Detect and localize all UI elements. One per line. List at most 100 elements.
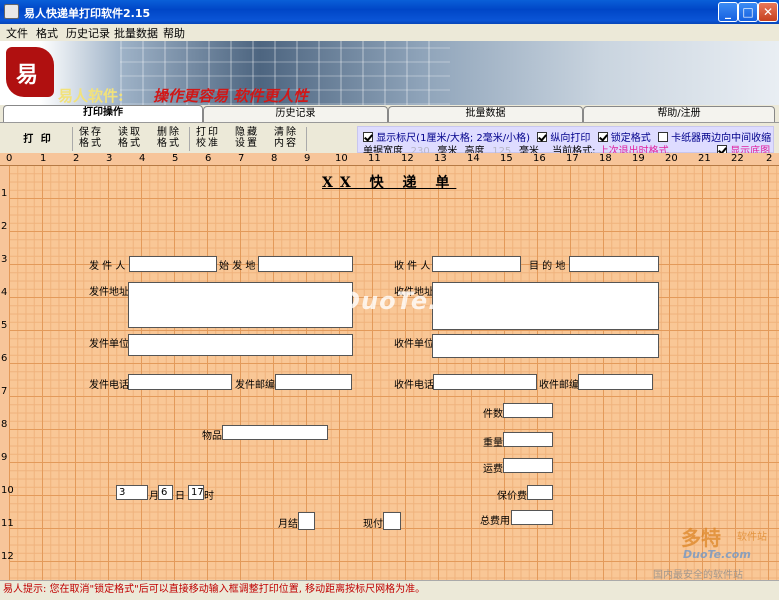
lock-format-checkbox[interactable]	[597, 132, 608, 142]
options-panel: 显示标尺(1厘米/大格; 2毫米/小格) 纵向打印 锁定格式 卡纸器两边向中间收…	[357, 126, 774, 157]
day-input[interactable]: 6	[158, 485, 173, 500]
hour-input[interactable]: 17	[188, 485, 204, 500]
corner-watermark-sub: 国内最安全的软件站	[653, 570, 743, 581]
item-input[interactable]	[222, 425, 328, 440]
ruler-tick-label: 3	[106, 153, 113, 164]
sender-company-input[interactable]	[128, 334, 353, 356]
sender-phone-input[interactable]	[128, 374, 232, 390]
corner-watermark-site: DuoTe.com	[683, 548, 751, 561]
ruler-tick-label: 21	[698, 153, 711, 164]
vertical-ruler: 1 2 3 4 5 6 7 8 9 10 11 12	[0, 166, 14, 580]
origin-input[interactable]	[258, 256, 353, 272]
menu-batch[interactable]: 批量数据	[114, 25, 158, 41]
receiver-company-input[interactable]	[432, 334, 659, 358]
ruler-tick-label: 8	[271, 153, 278, 164]
total-input[interactable]	[511, 510, 553, 525]
pieces-input[interactable]	[503, 403, 553, 418]
insured-input[interactable]	[527, 485, 553, 500]
ruler-tick-label: 22	[731, 153, 744, 164]
sender-input[interactable]	[129, 256, 217, 272]
ruler-tick-label: 5	[1, 320, 8, 331]
document-title: XX 快 递 单	[322, 175, 457, 191]
ruler-tick-label: 6	[1, 353, 8, 364]
sender-zip-input[interactable]	[275, 374, 352, 390]
ruler-tick-label: 4	[139, 153, 146, 164]
ruler-tick-label: 11	[1, 518, 14, 529]
destination-input[interactable]	[569, 256, 659, 272]
center-feed-checkbox[interactable]	[657, 132, 668, 142]
toolbar-separator	[306, 127, 307, 151]
tab-batch[interactable]: 批量数据	[388, 106, 583, 122]
ruler-tick-label: 2	[1, 221, 8, 232]
ruler-tick-label: 12	[401, 153, 414, 164]
corner-watermark-tag: 软件站	[737, 532, 767, 543]
ruler-tick-label: 14	[467, 153, 480, 164]
clear-content-button[interactable]: 清除内容	[272, 127, 300, 152]
ruler-tick-label: 1	[40, 153, 47, 164]
receiver-company-label: 收件单位	[394, 339, 434, 350]
ruler-tick-label: 3	[1, 254, 8, 265]
freight-input[interactable]	[503, 458, 553, 473]
ruler-tick-label: 12	[1, 551, 14, 562]
receiver-phone-label: 收件电话	[394, 380, 434, 391]
banner: 易 易人软件: 操作更容易 软件更人性	[0, 41, 779, 105]
ruler-tick-label: 7	[238, 153, 245, 164]
print-button[interactable]: 打 印	[8, 127, 68, 152]
ruler-tick-label: 1	[1, 188, 8, 199]
receiver-phone-input[interactable]	[433, 374, 537, 390]
sender-company-label: 发件单位	[89, 339, 129, 350]
show-ruler-checkbox[interactable]	[363, 132, 373, 142]
menu-history[interactable]: 历史记录	[66, 25, 110, 41]
day-label: 日	[175, 491, 185, 502]
window-title: 易人快递单打印软件2.15	[24, 7, 151, 20]
ruler-tick-label: 9	[304, 153, 311, 164]
tab-history[interactable]: 历史记录	[203, 106, 388, 122]
minimize-button[interactable]: _	[718, 2, 738, 22]
horizontal-ruler: 0 1 2 3 4 5 6 7 8 9 10 11 12 13 14 15 16…	[0, 153, 779, 166]
save-format-button[interactable]: 保存格式	[77, 127, 105, 152]
slogan-text: 操作更容易 软件更人性	[153, 87, 309, 105]
sender-label: 发 件 人	[89, 261, 126, 272]
print-calibrate-button[interactable]: 打印校准	[194, 127, 222, 152]
menu-format[interactable]: 格式	[36, 25, 58, 41]
delete-format-button[interactable]: 删除格式	[155, 127, 183, 152]
sender-zip-label: 发件邮编	[235, 380, 275, 391]
tab-help-register[interactable]: 帮助/注册	[583, 106, 775, 122]
ruler-tick-label: 10	[335, 153, 348, 164]
weight-input[interactable]	[503, 432, 553, 447]
receiver-zip-input[interactable]	[578, 374, 653, 390]
ruler-tick-label: 6	[205, 153, 212, 164]
ruler-tick-label: 4	[1, 287, 8, 298]
ruler-tick-label: 15	[500, 153, 513, 164]
ruler-tick-label: 2	[766, 153, 773, 164]
menu-help[interactable]: 帮助	[163, 25, 185, 41]
toolbar-separator	[72, 127, 73, 151]
ruler-tick-label: 11	[368, 153, 381, 164]
status-bar: 易人提示: 您在取消"锁定格式"后可以直接移动输入框调整打印位置, 移动距离按标…	[0, 580, 779, 600]
monthly-label: 月结	[278, 519, 298, 530]
pieces-label: 件数	[483, 409, 503, 420]
portrait-checkbox[interactable]	[537, 132, 548, 142]
menu-bar: 文件 格式 历史记录 批量数据 帮助	[0, 24, 779, 41]
brand-text: 易人软件:	[58, 87, 124, 105]
ruler-tick-label: 20	[665, 153, 678, 164]
destination-label: 目 的 地	[529, 261, 566, 272]
maximize-button[interactable]: □	[738, 2, 758, 22]
ruler-tick-label: 17	[566, 153, 579, 164]
receiver-label: 收 件 人	[394, 261, 431, 272]
month-input[interactable]: 3	[116, 485, 148, 500]
monthly-checkbox[interactable]	[298, 512, 315, 530]
ruler-tick-label: 8	[1, 419, 8, 430]
receiver-input[interactable]	[432, 256, 521, 272]
cash-checkbox[interactable]	[383, 512, 401, 530]
sender-address-label: 发件地址	[89, 287, 129, 298]
ruler-tick-label: 16	[533, 153, 546, 164]
ruler-tick-label: 10	[1, 485, 14, 496]
tab-print[interactable]: 打印操作	[3, 105, 203, 122]
read-format-button[interactable]: 读取格式	[116, 127, 144, 152]
hide-settings-button[interactable]: 隐藏设置	[233, 127, 261, 152]
close-button[interactable]: ✕	[758, 2, 778, 22]
ruler-tick-label: 19	[632, 153, 645, 164]
menu-file[interactable]: 文件	[6, 25, 28, 41]
ruler-tick-label: 9	[1, 452, 8, 463]
